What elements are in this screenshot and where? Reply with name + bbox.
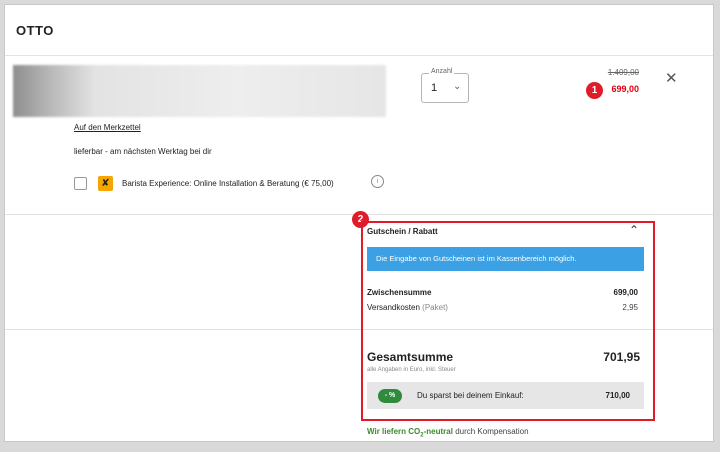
cart-page: OTTO Anzahl 1 ⌄ 1.409,00 699,00 ✕ 1 Auf … <box>4 4 714 442</box>
shipping-label: Versandkosten (Paket) <box>367 303 448 312</box>
savings-value: 710,00 <box>605 391 630 400</box>
total-label: Gesamtsumme <box>367 350 454 364</box>
delivery-info: lieferbar - am nächsten Werktag bei dir <box>74 147 212 156</box>
co2-suffix: -neutral <box>423 427 453 436</box>
quantity-select[interactable]: Anzahl 1 ⌄ <box>421 68 469 103</box>
wishlist-link[interactable]: Auf den Merkzettel <box>74 123 141 132</box>
shipping-label-text: Versandkosten <box>367 303 420 312</box>
sale-price: 699,00 <box>611 84 639 94</box>
header: OTTO <box>5 5 713 56</box>
info-icon[interactable]: i <box>371 175 384 188</box>
service-label: Barista Experience: Online Installation … <box>122 179 334 188</box>
co2-highlight: Wir liefern CO2-neutral <box>367 427 453 439</box>
coupon-section-title[interactable]: Gutschein / Rabatt <box>367 227 438 236</box>
discount-percent-icon: - % <box>378 389 402 403</box>
total-value: 701,95 <box>603 350 640 364</box>
annotation-badge-1: 1 <box>586 82 603 99</box>
coupon-info-banner: Die Eingabe von Gutscheinen ist im Kasse… <box>367 247 644 271</box>
quantity-label: Anzahl <box>429 68 455 75</box>
old-price: 1.409,00 <box>607 68 639 77</box>
shipping-value: 2,95 <box>622 303 638 312</box>
service-checkbox[interactable] <box>74 177 87 190</box>
product-image[interactable] <box>13 65 386 117</box>
quantity-value: 1 <box>431 82 438 94</box>
service-tools-icon: ✘ <box>98 176 113 191</box>
tax-note: alle Angaben in Euro, inkl. Steuer <box>367 367 456 373</box>
co2-rest: durch Kompensation <box>452 427 529 436</box>
subtotal-value: 699,00 <box>613 288 638 297</box>
otto-logo[interactable]: OTTO <box>16 23 54 38</box>
remove-item-close-icon[interactable]: ✕ <box>665 69 678 87</box>
chevron-up-icon[interactable]: ⌃ <box>629 223 639 237</box>
subtotal-label: Zwischensumme <box>367 288 432 297</box>
co2-neutral-note: Wir liefern CO2-neutral durch Kompensati… <box>367 427 529 439</box>
chevron-down-icon: ⌄ <box>453 81 462 92</box>
savings-label: Du sparst bei deinem Einkauf: <box>417 391 524 400</box>
shipping-type: (Paket) <box>422 303 448 312</box>
savings-box: - % Du sparst bei deinem Einkauf: 710,00 <box>367 382 644 409</box>
co2-prefix: Wir liefern CO <box>367 427 421 436</box>
